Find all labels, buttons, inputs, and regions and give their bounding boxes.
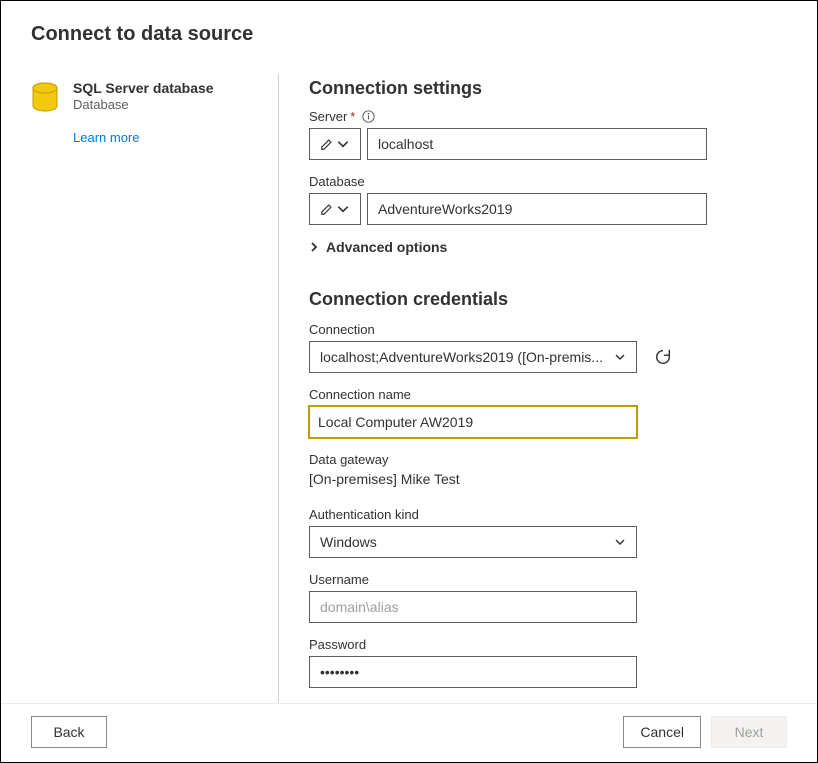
- password-field: Password: [309, 637, 787, 688]
- dialog-header: Connect to data source: [1, 1, 817, 56]
- refresh-button[interactable]: [651, 345, 675, 369]
- auth-kind-select[interactable]: Windows: [309, 526, 637, 558]
- info-icon[interactable]: [362, 110, 375, 123]
- connection-name-field: Connection name: [309, 387, 787, 438]
- server-field: Server *: [309, 109, 787, 160]
- auth-kind-label: Authentication kind: [309, 507, 419, 522]
- data-gateway-value: [On-premises] Mike Test: [309, 471, 787, 487]
- database-icon: [31, 82, 59, 114]
- dialog-footer: Back Cancel Next: [1, 703, 817, 762]
- server-input[interactable]: [367, 128, 707, 160]
- chevron-right-icon: [309, 241, 319, 253]
- server-edit-mode-button[interactable]: [309, 128, 361, 160]
- required-indicator: *: [350, 109, 355, 124]
- next-button: Next: [711, 716, 787, 748]
- data-source-title: SQL Server database: [73, 80, 214, 96]
- advanced-options-toggle[interactable]: Advanced options: [309, 239, 787, 255]
- auth-kind-field: Authentication kind Windows: [309, 507, 787, 558]
- cancel-button[interactable]: Cancel: [623, 716, 701, 748]
- chevron-down-icon: [614, 351, 626, 363]
- data-gateway-field: Data gateway [On-premises] Mike Test: [309, 452, 787, 487]
- connection-label: Connection: [309, 322, 375, 337]
- advanced-options-label: Advanced options: [326, 239, 447, 255]
- page-title: Connect to data source: [31, 23, 787, 46]
- connection-select[interactable]: localhost;AdventureWorks2019 ([On-premis…: [309, 341, 637, 373]
- auth-kind-value: Windows: [320, 534, 377, 550]
- chevron-down-icon: [614, 536, 626, 548]
- main-panel: Connection settings Server *: [279, 74, 787, 703]
- data-source-summary: SQL Server database Database: [31, 80, 266, 114]
- back-button[interactable]: Back: [31, 716, 107, 748]
- database-input[interactable]: [367, 193, 707, 225]
- password-input[interactable]: [309, 656, 637, 688]
- username-input[interactable]: [309, 591, 637, 623]
- server-label: Server: [309, 109, 347, 124]
- connection-name-label: Connection name: [309, 387, 411, 402]
- password-label: Password: [309, 637, 366, 652]
- connection-credentials-heading: Connection credentials: [309, 289, 787, 310]
- sidebar: SQL Server database Database Learn more: [31, 74, 279, 703]
- chevron-down-icon: [336, 137, 350, 151]
- connection-settings-heading: Connection settings: [309, 78, 787, 99]
- username-field: Username: [309, 572, 787, 623]
- database-edit-mode-button[interactable]: [309, 193, 361, 225]
- connection-name-input[interactable]: [309, 406, 637, 438]
- data-source-subtitle: Database: [73, 97, 214, 112]
- data-gateway-label: Data gateway: [309, 452, 389, 467]
- database-field: Database: [309, 174, 787, 225]
- connection-field: Connection localhost;AdventureWorks2019 …: [309, 322, 787, 373]
- connection-select-value: localhost;AdventureWorks2019 ([On-premis…: [320, 349, 603, 365]
- database-label: Database: [309, 174, 365, 189]
- learn-more-link[interactable]: Learn more: [73, 130, 139, 145]
- dialog-content: SQL Server database Database Learn more …: [1, 56, 817, 703]
- chevron-down-icon: [336, 202, 350, 216]
- username-label: Username: [309, 572, 369, 587]
